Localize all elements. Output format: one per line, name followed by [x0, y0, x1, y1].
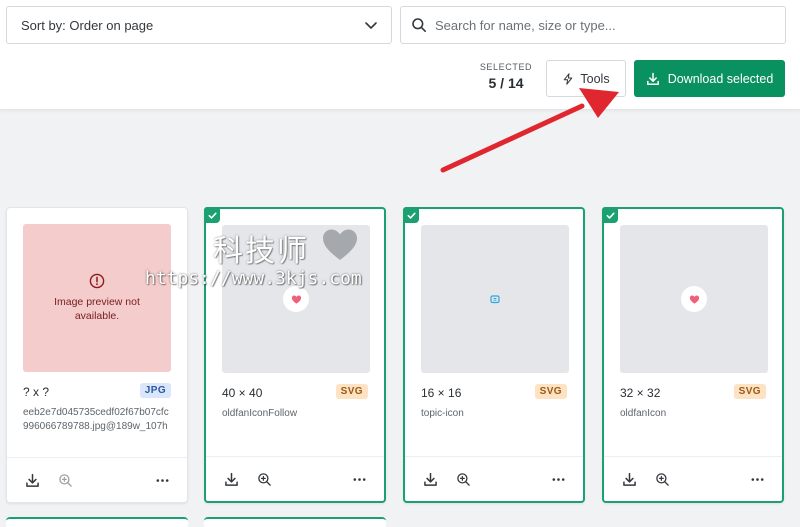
heart-icon — [681, 286, 707, 312]
more-options-icon[interactable] — [350, 470, 368, 488]
zoom-in-icon[interactable] — [653, 470, 671, 488]
download-icon[interactable] — [222, 470, 240, 488]
search-box[interactable] — [400, 6, 786, 44]
checkmark-icon — [602, 207, 618, 223]
image-preview-error: Image preview not available. — [23, 224, 171, 372]
selected-caption: SELECTED — [479, 62, 533, 72]
download-icon[interactable] — [620, 470, 638, 488]
download-icon[interactable] — [23, 471, 41, 489]
selection-counter: SELECTED 5 / 14 — [470, 62, 542, 91]
image-card[interactable]: 40 × 40 SVG oldfanIconFollow — [204, 207, 386, 503]
more-options-icon[interactable] — [153, 471, 171, 489]
lightning-icon — [564, 72, 573, 85]
zoom-in-icon[interactable] — [454, 470, 472, 488]
image-preview — [421, 225, 569, 373]
preview-error-text: Image preview not available. — [54, 296, 140, 322]
heart-icon — [283, 286, 309, 312]
toolbar: Sort by: Order on page SELECTED 5 / 14 T… — [0, 0, 800, 110]
search-input[interactable] — [435, 17, 775, 33]
image-dimensions: 40 × 40 — [222, 386, 263, 400]
file-type-badge: SVG — [733, 384, 766, 399]
card-actions — [206, 456, 384, 501]
download-icon[interactable] — [421, 470, 439, 488]
image-filename: eeb2e7d045735cedf02f67b07cfc996066789788… — [23, 407, 169, 432]
image-dimensions: 16 × 16 — [421, 386, 462, 400]
image-card[interactable]: Image preview not available. ? x ? JPG e… — [6, 207, 188, 503]
image-card-partial — [204, 517, 386, 527]
card-actions — [405, 456, 583, 501]
download-selected-button[interactable]: Download selected — [634, 60, 785, 97]
selected-count: 5 / 14 — [488, 75, 524, 91]
download-selected-label: Download selected — [667, 71, 774, 86]
download-icon — [646, 72, 659, 85]
image-filename: oldfanIconFollow — [222, 408, 298, 419]
tools-button[interactable]: Tools — [546, 60, 626, 97]
checkmark-icon — [403, 207, 419, 223]
search-icon — [412, 18, 426, 32]
more-options-icon[interactable] — [748, 470, 766, 488]
image-card[interactable]: 16 × 16 SVG topic-icon — [403, 207, 585, 503]
more-options-icon[interactable] — [549, 470, 567, 488]
topic-icon — [490, 295, 500, 304]
file-type-badge: JPG — [139, 383, 171, 398]
sort-select[interactable]: Sort by: Order on page — [6, 6, 392, 44]
chevron-down-icon — [365, 22, 377, 29]
alert-circle-icon — [89, 273, 105, 289]
image-filename: oldfanIcon — [620, 408, 667, 419]
card-actions — [7, 457, 187, 502]
file-type-badge: SVG — [534, 384, 567, 399]
tools-button-label: Tools — [580, 71, 610, 86]
image-dimensions: ? x ? — [23, 385, 50, 399]
zoom-in-icon[interactable] — [56, 471, 74, 489]
image-card-partial — [6, 517, 188, 527]
card-actions — [604, 456, 782, 501]
sort-select-label: Sort by: Order on page — [21, 17, 154, 33]
image-card[interactable]: 32 × 32 SVG oldfanIcon — [602, 207, 784, 503]
image-dimensions: 32 × 32 — [620, 386, 661, 400]
image-filename: topic-icon — [421, 408, 464, 419]
image-preview — [222, 225, 370, 373]
checkmark-icon — [204, 207, 220, 223]
image-preview — [620, 225, 768, 373]
file-type-badge: SVG — [335, 384, 368, 399]
zoom-in-icon[interactable] — [255, 470, 273, 488]
